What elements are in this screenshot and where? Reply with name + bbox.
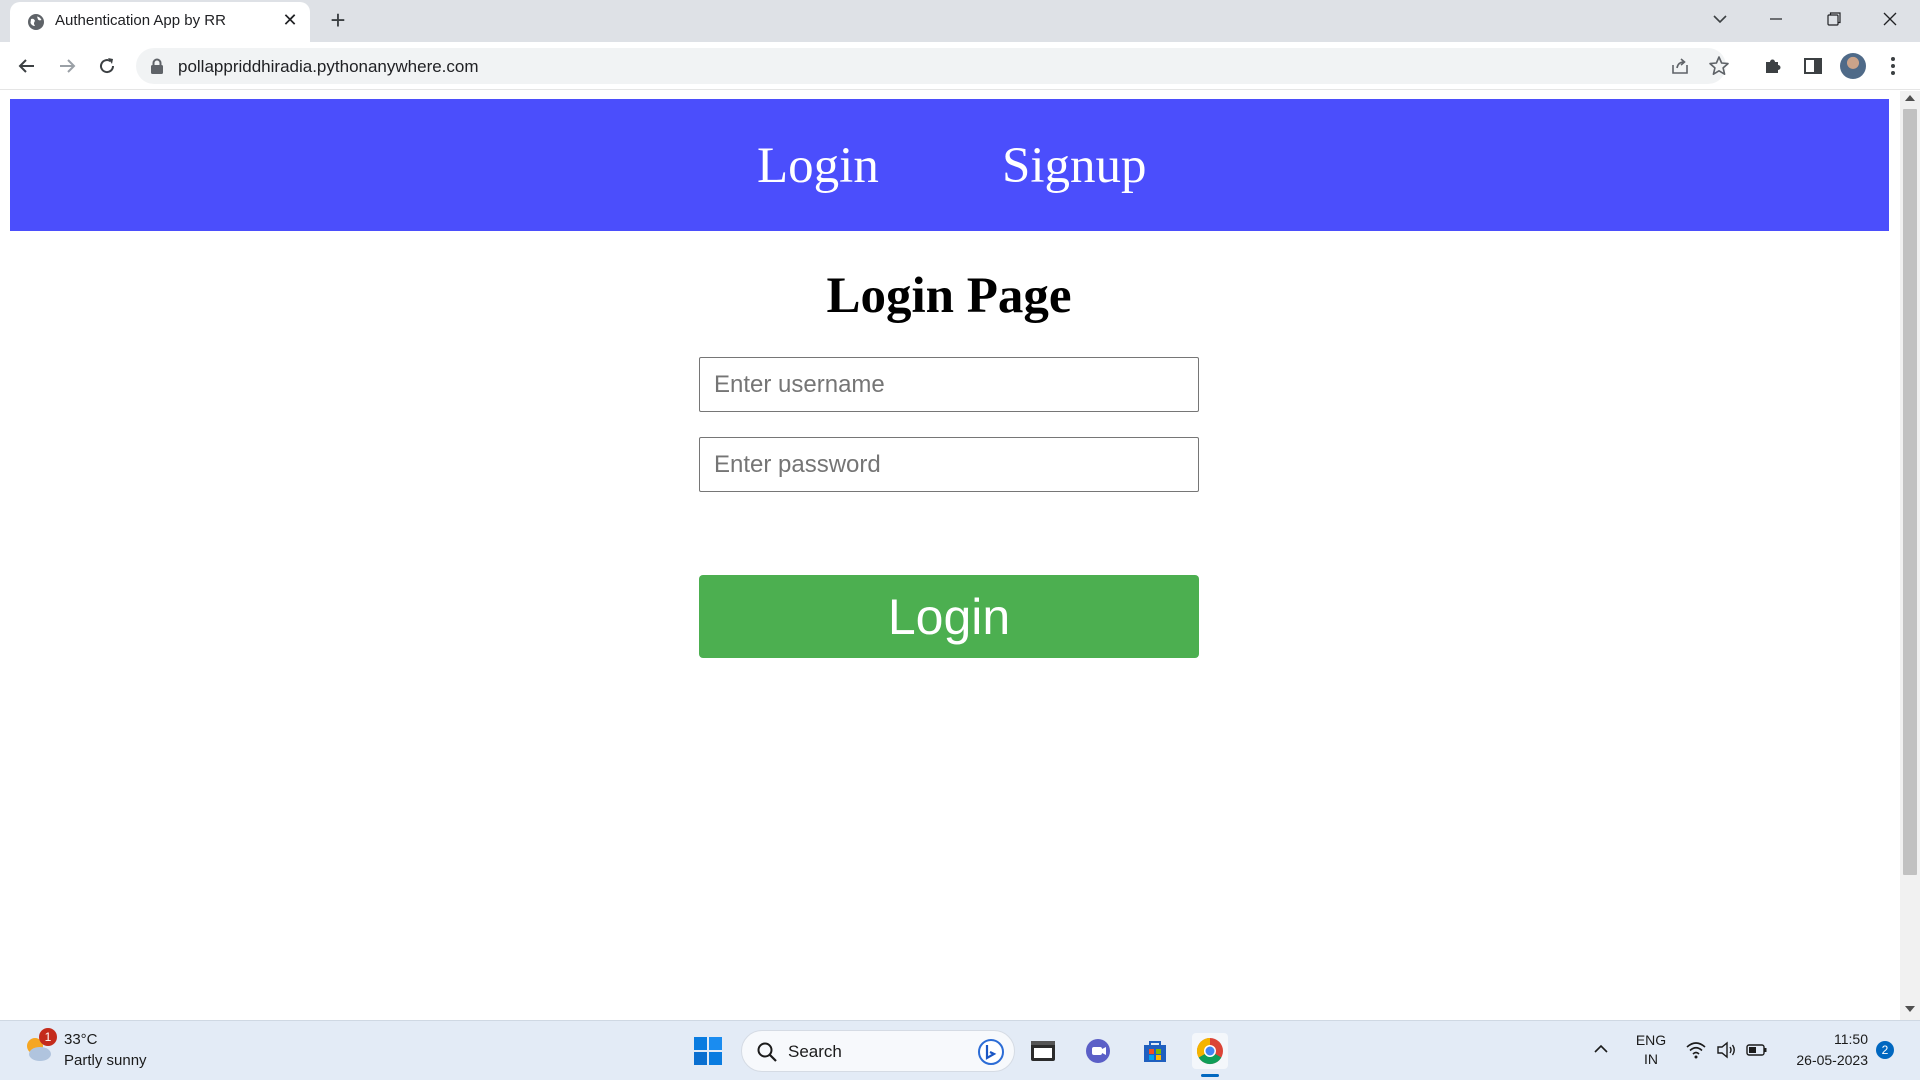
taskbar: 1 33°C Partly sunny Search ENG IN 11:50 … [0,1020,1920,1080]
extensions-button[interactable] [1761,54,1785,78]
address-bar[interactable]: pollappriddhiradia.pythonanywhere.com [136,48,1729,84]
restore-icon [1827,12,1841,26]
reload-icon [100,58,115,74]
language-indicator[interactable]: ENG IN [1634,1031,1668,1069]
tab-search-button[interactable] [1692,0,1748,38]
clock-time[interactable]: 11:50 [1770,1031,1868,1047]
chrome-app-icon[interactable] [1192,1033,1228,1069]
close-window-button[interactable] [1862,0,1918,38]
side-panel-icon [1804,58,1822,74]
chevron-up-icon[interactable] [1591,1039,1611,1059]
tab-close-button[interactable]: ✕ [280,10,300,30]
nav-signup-link[interactable]: Signup [1002,137,1147,195]
more-vertical-icon [1891,57,1895,75]
arrow-left-icon [18,59,34,73]
volume-icon[interactable] [1715,1039,1737,1061]
scroll-thumb[interactable] [1903,109,1917,875]
scroll-down-arrow-icon[interactable] [1905,1006,1915,1012]
share-icon[interactable] [1670,56,1690,76]
taskbar-search[interactable]: Search [741,1030,1015,1072]
new-tab-button[interactable]: + [325,7,351,33]
side-panel-button[interactable] [1801,54,1825,78]
username-input[interactable] [699,357,1199,412]
page-title: Login Page [826,268,1072,324]
scroll-up-arrow-icon[interactable] [1905,95,1915,101]
weather-temperature[interactable]: 33°C [64,1031,98,1048]
notification-badge[interactable]: 2 [1876,1041,1894,1059]
search-icon [757,1042,777,1062]
forward-button[interactable] [53,52,81,80]
browser-menu-button[interactable] [1881,54,1905,78]
back-button[interactable] [13,52,41,80]
minimize-icon [1770,18,1782,20]
close-icon [1883,12,1897,26]
tab-title: Authentication App by RR [55,12,226,29]
video-chat-app-icon[interactable] [1081,1033,1117,1069]
puzzle-icon [1766,59,1781,73]
minimize-button[interactable] [1748,0,1804,38]
url-text: pollappriddhiradia.pythonanywhere.com [178,57,479,76]
browser-tab[interactable]: Authentication App by RR ✕ [10,2,310,42]
store-app-icon[interactable] [1137,1033,1173,1069]
windows-start-icon[interactable] [692,1035,724,1067]
site-navbar: Login Signup [10,99,1889,231]
reload-button[interactable] [93,52,121,80]
wifi-icon[interactable] [1685,1039,1707,1061]
clock-date[interactable]: 26-05-2023 [1770,1052,1868,1068]
bing-icon[interactable] [978,1039,1004,1065]
page-scrollbar[interactable] [1900,91,1920,1020]
language-code: ENG [1635,1032,1667,1048]
login-button[interactable]: Login [699,575,1199,658]
search-label: Search [788,1042,842,1061]
region-code: IN [1644,1051,1658,1067]
password-input[interactable] [699,437,1199,492]
active-app-indicator [1201,1074,1219,1077]
battery-icon[interactable] [1746,1039,1768,1061]
globe-icon [28,14,44,30]
profile-avatar[interactable] [1840,53,1866,79]
browser-toolbar: pollappriddhiradia.pythonanywhere.com [0,42,1920,90]
tab-strip: Authentication App by RR ✕ + [0,0,1920,42]
weather-badge: 1 [39,1028,57,1046]
page-viewport: Login Signup Login Page Login [0,91,1900,1020]
lock-icon [151,58,163,74]
restore-button[interactable] [1806,0,1862,38]
arrow-right-icon [60,59,76,73]
terminal-app-icon[interactable] [1025,1033,1061,1069]
chevron-down-icon [1713,15,1727,24]
bookmark-star-icon[interactable] [1708,55,1730,77]
nav-login-link[interactable]: Login [757,137,879,195]
weather-description[interactable]: Partly sunny [64,1052,147,1069]
